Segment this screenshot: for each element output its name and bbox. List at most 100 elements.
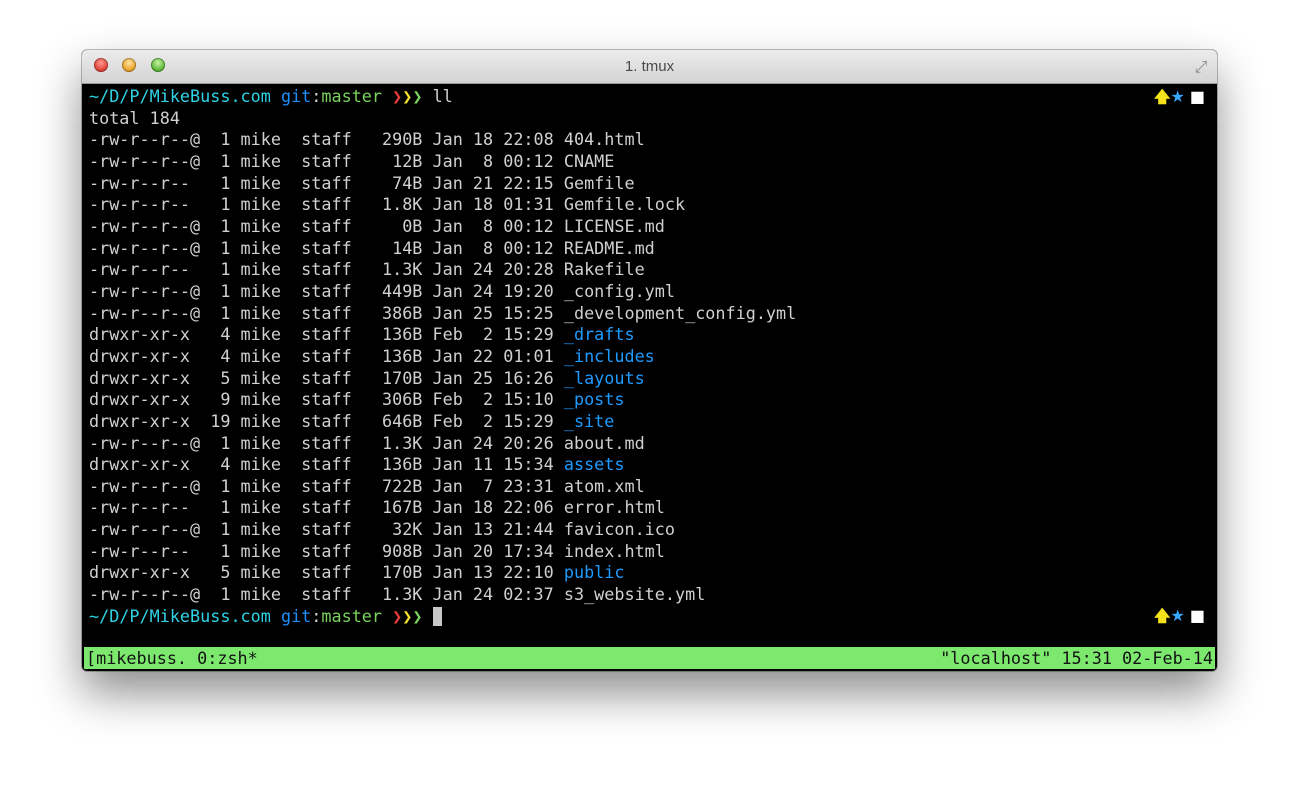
terminal-output[interactable]: ~/D/P/MikeBuss.com git:master ❯❯❯ ll tot…: [89, 86, 1217, 627]
file-attributes: -rw-r--r-- 1 mike staff 167B Jan 18 22:0…: [89, 497, 564, 518]
listing-row: -rw-r--r-- 1 mike staff 1.3K Jan 24 20:2…: [89, 259, 1217, 281]
listing-row: drwxr-xr-x 5 mike staff 170B Jan 25 16:2…: [89, 368, 1217, 390]
file-attributes: drwxr-xr-x 5 mike staff 170B Jan 13 22:1…: [89, 562, 564, 583]
file-attributes: -rw-r--r--@ 1 mike staff 14B Jan 8 00:12: [89, 237, 564, 258]
listing-row: -rw-r--r--@ 1 mike staff 722B Jan 7 23:3…: [89, 476, 1217, 498]
file-name: error.html: [563, 497, 665, 518]
file-name: Rakefile: [563, 259, 645, 280]
listing-row: -rw-r--r-- 1 mike staff 1.8K Jan 18 01:3…: [89, 194, 1217, 216]
terminal-window: 1. tmux ⤢ ~/D/P/MikeBuss.com git:master …: [82, 50, 1217, 671]
file-name: _config.yml: [563, 280, 675, 301]
file-attributes: -rw-r--r-- 1 mike staff 1.3K Jan 24 20:2…: [89, 259, 564, 280]
arrow-up-icon: 🡅: [1153, 606, 1171, 625]
file-attributes: drwxr-xr-x 19 mike staff 646B Feb 2 15:2…: [89, 410, 564, 431]
prompt-cwd: ~/D/P/MikeBuss.com: [89, 86, 271, 106]
file-attributes: -rw-r--r--@ 1 mike staff 32K Jan 13 21:4…: [89, 519, 564, 540]
tmux-status-bar: [mikebuss. 0:zsh* "localhost" 15:31 02-Fe…: [84, 647, 1215, 669]
prompt-arrow: ❯: [412, 605, 423, 626]
file-name: Gemfile.lock: [563, 194, 686, 215]
prompt-line: ~/D/P/MikeBuss.com git:master ❯❯❯ ll: [89, 86, 1217, 108]
file-attributes: -rw-r--r--@ 1 mike staff 449B Jan 24 19:…: [89, 280, 564, 301]
file-name: s3_website.yml: [563, 584, 706, 605]
status-session[interactable]: [mikebuss. 0:zsh*: [86, 647, 258, 669]
prompt-arrow: ❯: [392, 86, 403, 106]
listing-row: -rw-r--r--@ 1 mike staff 1.3K Jan 24 20:…: [89, 433, 1217, 455]
prompt-colon: :: [311, 605, 322, 626]
prompt-arrow: ❯: [412, 86, 423, 106]
listing-row: -rw-r--r--@ 1 mike staff 386B Jan 25 15:…: [89, 303, 1217, 325]
square-icon: ■: [1189, 87, 1205, 106]
listing-row: drwxr-xr-x 9 mike staff 306B Feb 2 15:10…: [89, 389, 1217, 411]
file-attributes: -rw-r--r-- 1 mike staff 908B Jan 20 17:3…: [89, 540, 564, 561]
file-attributes: drwxr-xr-x 9 mike staff 306B Feb 2 15:10: [89, 389, 564, 410]
prompt-indicators: 🡅★ ■: [1154, 86, 1205, 113]
prompt-arrow: ❯: [402, 86, 413, 106]
prompt-branch: master: [321, 605, 383, 626]
listing-row: -rw-r--r--@ 1 mike staff 449B Jan 24 19:…: [89, 281, 1217, 303]
file-attributes: -rw-r--r--@ 1 mike staff 722B Jan 7 23:3…: [89, 475, 564, 496]
directory-name: _includes: [563, 345, 655, 366]
listing-row: -rw-r--r--@ 1 mike staff 1.3K Jan 24 02:…: [89, 584, 1217, 606]
prompt-git: git: [280, 86, 312, 106]
prompt-git: git: [280, 605, 312, 626]
listing-row: -rw-r--r--@ 1 mike staff 0B Jan 8 00:12 …: [89, 216, 1217, 238]
file-attributes: drwxr-xr-x 4 mike staff 136B Jan 11 15:3…: [89, 454, 564, 475]
prompt-cwd: ~/D/P/MikeBuss.com: [89, 605, 271, 626]
file-attributes: drwxr-xr-x 4 mike staff 136B Jan 22 01:0…: [89, 345, 564, 366]
star-icon: ★: [1170, 606, 1185, 625]
file-name: about.md: [563, 432, 645, 453]
file-attributes: drwxr-xr-x 4 mike staff 136B Feb 2 15:29: [89, 324, 564, 345]
square-icon: ■: [1189, 606, 1205, 625]
directory-name: assets: [563, 454, 625, 475]
listing-row: drwxr-xr-x 4 mike staff 136B Feb 2 15:29…: [89, 324, 1217, 346]
file-attributes: -rw-r--r--@ 1 mike staff 1.3K Jan 24 02:…: [89, 584, 564, 605]
file-attributes: -rw-r--r--@ 1 mike staff 290B Jan 18 22:…: [89, 129, 564, 150]
listing-row: -rw-r--r--@ 1 mike staff 32K Jan 13 21:4…: [89, 519, 1217, 541]
directory-name: public: [563, 562, 625, 583]
directory-name: _layouts: [563, 367, 645, 388]
directory-name: _drafts: [563, 324, 635, 345]
file-name: index.html: [563, 540, 665, 561]
file-name: LICENSE.md: [563, 215, 665, 236]
file-attributes: -rw-r--r--@ 1 mike staff 0B Jan 8 00:12: [89, 215, 564, 236]
prompt-branch: master: [321, 86, 383, 106]
file-name: Gemfile: [563, 172, 635, 193]
file-attributes: -rw-r--r--@ 1 mike staff 12B Jan 8 00:12: [89, 150, 564, 171]
file-attributes: -rw-r--r-- 1 mike staff 1.8K Jan 18 01:3…: [89, 194, 564, 215]
listing-row: drwxr-xr-x 4 mike staff 136B Jan 22 01:0…: [89, 346, 1217, 368]
star-icon: ★: [1170, 87, 1185, 106]
prompt-indicators: 🡅★ ■: [1154, 605, 1205, 632]
prompt-arrow: ❯: [392, 605, 403, 626]
file-attributes: drwxr-xr-x 5 mike staff 170B Jan 25 16:2…: [89, 367, 564, 388]
file-attributes: -rw-r--r--@ 1 mike staff 386B Jan 25 15:…: [89, 302, 564, 323]
listing-row: -rw-r--r-- 1 mike staff 167B Jan 18 22:0…: [89, 497, 1217, 519]
arrow-up-icon: 🡅: [1153, 87, 1171, 106]
status-host-time: "localhost" 15:31 02-Feb-14: [940, 648, 1213, 668]
file-attributes: -rw-r--r-- 1 mike staff 74B Jan 21 22:15: [89, 172, 564, 193]
listing-row: drwxr-xr-x 4 mike staff 136B Jan 11 15:3…: [89, 454, 1217, 476]
prompt-command: ll: [432, 86, 453, 106]
listing-row: drwxr-xr-x 19 mike staff 646B Feb 2 15:2…: [89, 411, 1217, 433]
directory-name: _site: [563, 410, 615, 431]
listing-row: -rw-r--r--@ 1 mike staff 12B Jan 8 00:12…: [89, 151, 1217, 173]
text-cursor: [432, 606, 442, 626]
listing-row: drwxr-xr-x 5 mike staff 170B Jan 13 22:1…: [89, 562, 1217, 584]
listing-row: -rw-r--r-- 1 mike staff 908B Jan 20 17:3…: [89, 541, 1217, 563]
file-attributes: -rw-r--r--@ 1 mike staff 1.3K Jan 24 20:…: [89, 432, 564, 453]
total-line: total 184: [89, 107, 180, 128]
file-name: README.md: [563, 237, 655, 258]
listing-row: -rw-r--r-- 1 mike staff 74B Jan 21 22:15…: [89, 173, 1217, 195]
listing-row: -rw-r--r--@ 1 mike staff 14B Jan 8 00:12…: [89, 238, 1217, 260]
file-name: atom.xml: [563, 475, 645, 496]
window-title: 1. tmux: [624, 58, 675, 75]
prompt-arrow: ❯: [402, 605, 413, 626]
directory-name: _posts: [563, 389, 625, 410]
fullscreen-icon[interactable]: ⤢: [1191, 57, 1211, 77]
prompt-colon: :: [311, 86, 322, 106]
title-bar: 1. tmux ⤢: [82, 50, 1217, 84]
file-name: _development_config.yml: [563, 302, 797, 323]
file-name: favicon.ico: [563, 519, 675, 540]
listing-row: -rw-r--r--@ 1 mike staff 290B Jan 18 22:…: [89, 129, 1217, 151]
file-name: 404.html: [563, 129, 645, 150]
prompt-line: ~/D/P/MikeBuss.com git:master ❯❯❯: [89, 606, 1217, 628]
